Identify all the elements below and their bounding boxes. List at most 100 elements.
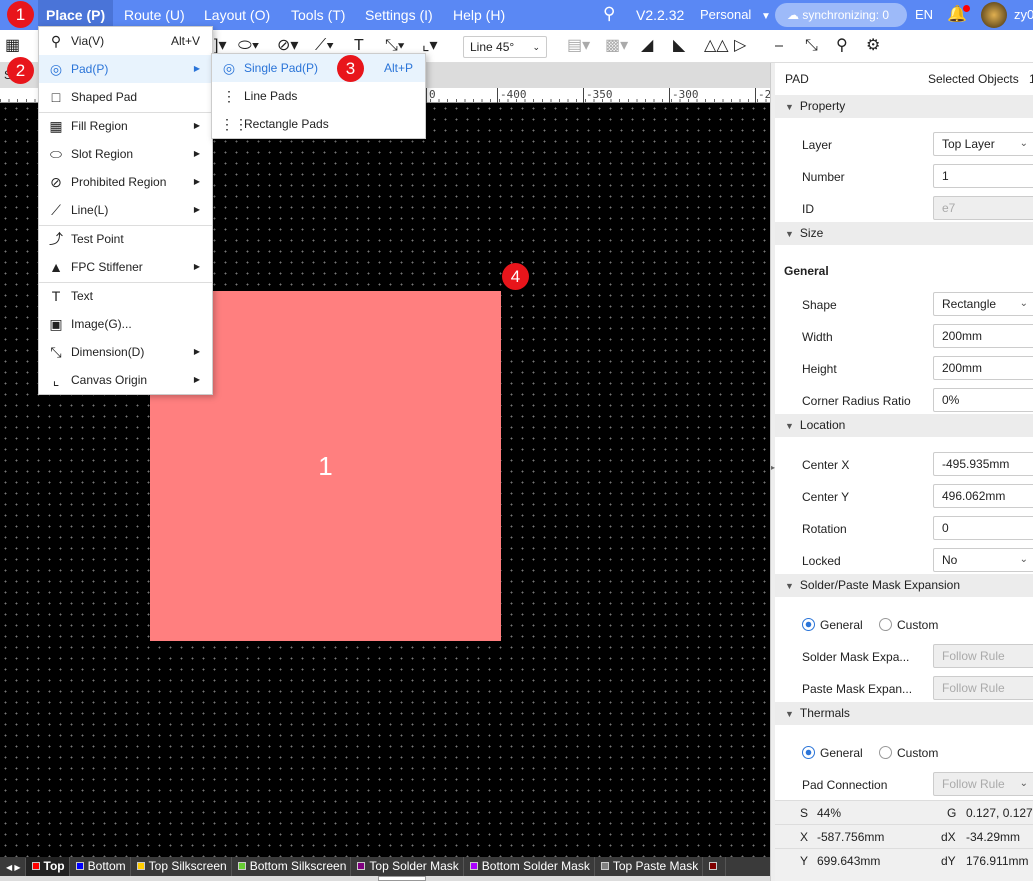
menu-item-test-point[interactable]: ⤴ Test Point (39, 225, 212, 253)
step-badge: 3 (337, 55, 364, 82)
menu-item-fill-region[interactable]: ▦ Fill Region ▶ (39, 112, 212, 140)
measure-search-icon[interactable]: ⚲ (836, 36, 848, 56)
layer-name: Top (43, 859, 65, 873)
section-property[interactable]: ▼ Property (775, 95, 1033, 118)
username[interactable]: zy0 (1014, 7, 1033, 22)
chevron-right-icon: ▶ (193, 121, 200, 130)
rotate-left-icon[interactable]: ◢ (641, 36, 653, 56)
section-size[interactable]: ▼ Size (775, 222, 1033, 245)
menu-item-label: Fill Region (71, 119, 128, 133)
search-icon[interactable]: ⚲ (603, 4, 615, 24)
menu-settings[interactable]: Settings (I) (357, 0, 441, 30)
field-center-y-input[interactable]: 496.062mm (933, 484, 1033, 508)
layer-scroll-buttons[interactable]: ◀ ▶ (0, 858, 26, 876)
field-rotation-input[interactable]: 0 (933, 516, 1033, 540)
layer-name: Top Solder Mask (369, 859, 459, 873)
x-label: X (800, 830, 809, 844)
text-icon: T (51, 288, 61, 304)
field-center-x-input[interactable]: -495.935mm (933, 452, 1033, 476)
avatar[interactable] (981, 2, 1007, 28)
menu-item-text[interactable]: T Text (39, 282, 212, 310)
submenu-item-single-pad-p[interactable]: ◎ Single Pad(P) Alt+P (212, 54, 425, 82)
field-label-center-y: Center Y (802, 490, 850, 504)
menu-help[interactable]: Help (H) (445, 0, 513, 30)
submenu-item-rectangle-pads[interactable]: ⋮⋮ Rectangle Pads (212, 110, 425, 138)
caret-down-icon: ▼ (785, 581, 794, 591)
field-value: No (942, 553, 958, 567)
layer-name: Top Silkscreen (148, 859, 227, 873)
bell-icon[interactable]: 🔔 (947, 4, 970, 24)
grid-icon[interactable]: ▦ (5, 36, 20, 56)
menu-item-slot-region[interactable]: ⬭ Slot Region ▶ (39, 140, 212, 168)
field-corner-radius-ratio-input[interactable]: 0% (933, 388, 1033, 412)
align-icon[interactable]: ▤▾ (567, 36, 590, 56)
pad-submenu: ◎ Single Pad(P) Alt+P ⋮ Line Pads ⋮⋮ Rectangle… (211, 53, 426, 139)
layer-tab-bottom[interactable]: Bottom (70, 857, 131, 876)
section-location[interactable]: ▼ Location (775, 414, 1033, 437)
menu-item-via-v[interactable]: ⚲ Via(V) Alt+V (39, 27, 212, 55)
layer-tab-top-solder-mask[interactable]: Top Solder Mask (351, 857, 464, 876)
line-mode-select[interactable]: Line 45° ⌄ (463, 36, 547, 58)
sync-button[interactable]: ☁ synchronizing: 0 (775, 3, 907, 27)
general-heading: General (784, 264, 829, 278)
section-mask[interactable]: ▼ Solder/Paste Mask Expansion (775, 574, 1033, 597)
layer-tab-bottom-silkscreen[interactable]: Bottom Silkscreen (232, 857, 352, 876)
menu-item-pad-p[interactable]: ◎ Pad(P) ▶ (39, 55, 212, 83)
menu-item-fpc-stiffener[interactable]: ▲ FPC Stiffener ▶ (39, 253, 212, 281)
layer-tab-top-paste-mask[interactable]: Top Paste Mask (595, 857, 704, 876)
ruler-icon[interactable]: ⎯ (775, 36, 783, 56)
gear-icon[interactable]: ⚙ (866, 36, 880, 56)
section-thermals[interactable]: ▼ Thermals (775, 702, 1033, 725)
radio-general[interactable]: General (802, 618, 863, 632)
field-number-input[interactable]: 1 (933, 164, 1033, 188)
language-button[interactable]: EN (915, 7, 933, 22)
menu-item-label: FPC Stiffener (71, 260, 143, 274)
menu-item-dimension-d[interactable]: ⤡ Dimension(D) ▶ (39, 338, 212, 366)
snap-value: 44% (817, 806, 842, 820)
line-mode-value: Line 45° (470, 40, 515, 54)
field-label-height: Height (802, 362, 837, 376)
layer-tab-top-silkscreen[interactable]: Top Silkscreen (131, 857, 232, 876)
menu-item-prohibited-region[interactable]: ⊘ Prohibited Region ▶ (39, 168, 212, 196)
shaped-pad-icon: □ (51, 89, 61, 105)
flip-horizontal-icon[interactable]: △△ (704, 36, 729, 56)
layer-tab-more[interactable] (703, 857, 727, 876)
field-shape-select[interactable]: Rectangle ⌄ (933, 292, 1033, 316)
menu-item-canvas-origin[interactable]: ⌞ Canvas Origin ▶ (39, 366, 212, 394)
field-label-id: ID (802, 202, 814, 216)
field-value: Follow Rule (942, 777, 1005, 791)
field-width-input[interactable]: 200mm (933, 324, 1033, 348)
horizontal-scrollbar[interactable] (0, 876, 770, 881)
selected-objects-label: Selected Objects (928, 72, 1019, 86)
layer-name: Bottom Silkscreen (249, 859, 347, 873)
field-height-input[interactable]: 200mm (933, 356, 1033, 380)
submenu-item-line-pads[interactable]: ⋮ Line Pads (212, 82, 425, 110)
menu-item-shaped-pad[interactable]: □ Shaped Pad (39, 83, 212, 111)
field-value: e7 (942, 201, 956, 215)
menu-tools[interactable]: Tools (T) (283, 0, 353, 30)
flip-vertical-icon[interactable]: ▷ (734, 36, 746, 56)
field-locked-select[interactable]: No ⌄ (933, 548, 1033, 572)
menu-item-label: Rectangle Pads (244, 117, 329, 131)
field-layer-select[interactable]: Top Layer ⌄ (933, 132, 1033, 156)
workspace-dropdown[interactable]: Personal ▼ (700, 7, 771, 22)
chevron-down-icon: ⌄ (1019, 778, 1028, 789)
chevron-down-icon: ⌄ (1019, 554, 1028, 565)
measure-icon[interactable]: ⤡ (805, 36, 818, 56)
canvas-origin-icon: ⌞ (52, 372, 60, 388)
ruler-label: -300 (669, 88, 699, 103)
radio-checked-icon (802, 618, 815, 631)
layer-tab-bottom-solder-mask[interactable]: Bottom Solder Mask (464, 857, 595, 876)
layer-name: Bottom (87, 859, 126, 873)
prohibited-region-icon: ⊘ (50, 174, 62, 190)
menu-item-line-l[interactable]: ⟋ Line(L) ▶ (39, 196, 212, 224)
distribute-icon[interactable]: ▩▾ (605, 36, 628, 56)
layer-color-swatch (31, 862, 40, 870)
layer-tab-top[interactable]: Top (25, 857, 70, 876)
radio-custom[interactable]: Custom (879, 618, 938, 632)
menu-item-image-g[interactable]: ▣ Image(G)... (39, 310, 212, 338)
rotate-right-icon[interactable]: ◣ (673, 36, 685, 56)
radio-custom[interactable]: Custom (879, 746, 938, 760)
radio-general[interactable]: General (802, 746, 863, 760)
radio-unchecked-icon (879, 746, 892, 759)
